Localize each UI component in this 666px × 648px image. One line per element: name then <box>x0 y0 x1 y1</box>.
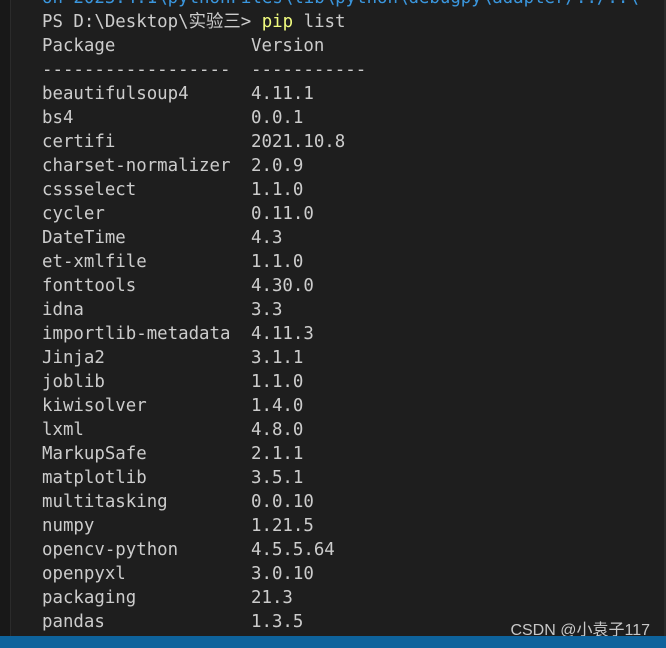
package-name: matplotlib <box>42 468 147 488</box>
table-row: beautifulsoup4 4.11.1 <box>42 82 639 106</box>
package-version: 4.30.0 <box>251 276 314 296</box>
package-version: 1.4.0 <box>251 396 304 416</box>
command-args: list <box>293 12 346 32</box>
package-name: charset-normalizer <box>42 156 231 176</box>
package-name: beautifulsoup4 <box>42 84 189 104</box>
package-name: MarkupSafe <box>42 444 147 464</box>
terminal-output: on 2023.4.1\pythonFiles\lib\python\debug… <box>42 0 639 634</box>
table-row: packaging 21.3 <box>42 586 639 610</box>
package-name: openpyxl <box>42 564 126 584</box>
table-row: bs4 0.0.1 <box>42 106 639 130</box>
table-row: numpy 1.21.5 <box>42 514 639 538</box>
package-version: 1.1.0 <box>251 252 304 272</box>
package-name: numpy <box>42 516 95 536</box>
package-version: 3.1.1 <box>251 348 304 368</box>
table-row: Jinja2 3.1.1 <box>42 346 639 370</box>
table-row: kiwisolver 1.4.0 <box>42 394 639 418</box>
table-row: matplotlib 3.5.1 <box>42 466 639 490</box>
terminal-gutter <box>0 0 11 636</box>
package-version: 1.3.5 <box>251 612 304 632</box>
status-bar <box>0 636 666 648</box>
command-name: pip <box>261 12 294 32</box>
table-row: lxml 4.8.0 <box>42 418 639 442</box>
package-name: pandas <box>42 612 105 632</box>
package-name: lxml <box>42 420 84 440</box>
package-name: importlib-metadata <box>42 324 231 344</box>
package-name: cycler <box>42 204 105 224</box>
package-name: certifi <box>42 132 116 152</box>
table-row: cycler 0.11.0 <box>42 202 639 226</box>
package-name: joblib <box>42 372 105 392</box>
package-version: 2021.10.8 <box>251 132 346 152</box>
separator-package: ------------------ <box>42 60 231 80</box>
package-version: 4.11.3 <box>251 324 314 344</box>
package-name: idna <box>42 300 84 320</box>
package-version: 3.3 <box>251 300 283 320</box>
package-version: 0.0.10 <box>251 492 314 512</box>
truncated-path-line: on 2023.4.1\pythonFiles\lib\python\debug… <box>42 0 639 10</box>
table-row: openpyxl 3.0.10 <box>42 562 639 586</box>
package-version: 1.21.5 <box>251 516 314 536</box>
prompt-line: PS D:\Desktop\实验三> pip list <box>42 10 639 34</box>
table-row: DateTime 4.3 <box>42 226 639 250</box>
package-version: 4.11.1 <box>251 84 314 104</box>
table-row: certifi 2021.10.8 <box>42 130 639 154</box>
package-name: packaging <box>42 588 137 608</box>
package-name: multitasking <box>42 492 168 512</box>
table-row: fonttools 4.30.0 <box>42 274 639 298</box>
prompt-text: PS D:\Desktop\实验三> <box>42 12 262 32</box>
package-version: 1.1.0 <box>251 372 304 392</box>
package-name: et-xmlfile <box>42 252 147 272</box>
table-separator: ------------------ ----------- <box>42 58 639 82</box>
table-row: opencv-python 4.5.5.64 <box>42 538 639 562</box>
terminal-panel[interactable]: on 2023.4.1\pythonFiles\lib\python\debug… <box>0 0 666 648</box>
package-name: bs4 <box>42 108 74 128</box>
package-version: 4.5.5.64 <box>251 540 335 560</box>
package-version: 4.3 <box>251 228 283 248</box>
package-version: 0.11.0 <box>251 204 314 224</box>
table-row: importlib-metadata 4.11.3 <box>42 322 639 346</box>
package-name: Jinja2 <box>42 348 105 368</box>
package-version: 2.0.9 <box>251 156 304 176</box>
package-name: cssselect <box>42 180 137 200</box>
package-name: opencv-python <box>42 540 179 560</box>
package-version: 2.1.1 <box>251 444 304 464</box>
package-version: 3.0.10 <box>251 564 314 584</box>
table-row: MarkupSafe 2.1.1 <box>42 442 639 466</box>
package-version: 0.0.1 <box>251 108 304 128</box>
package-name: DateTime <box>42 228 126 248</box>
separator-version: ----------- <box>251 60 367 80</box>
package-version: 4.8.0 <box>251 420 304 440</box>
package-version: 1.1.0 <box>251 180 304 200</box>
table-row: et-xmlfile 1.1.0 <box>42 250 639 274</box>
package-name: kiwisolver <box>42 396 147 416</box>
table-row: multitasking 0.0.10 <box>42 490 639 514</box>
table-row: charset-normalizer 2.0.9 <box>42 154 639 178</box>
header-version: Version <box>251 36 325 56</box>
table-row: cssselect 1.1.0 <box>42 178 639 202</box>
package-version: 3.5.1 <box>251 468 304 488</box>
table-header: Package Version <box>42 34 639 58</box>
package-version: 21.3 <box>251 588 293 608</box>
table-row: idna 3.3 <box>42 298 639 322</box>
header-package: Package <box>42 36 116 56</box>
package-name: fonttools <box>42 276 137 296</box>
table-row: joblib 1.1.0 <box>42 370 639 394</box>
